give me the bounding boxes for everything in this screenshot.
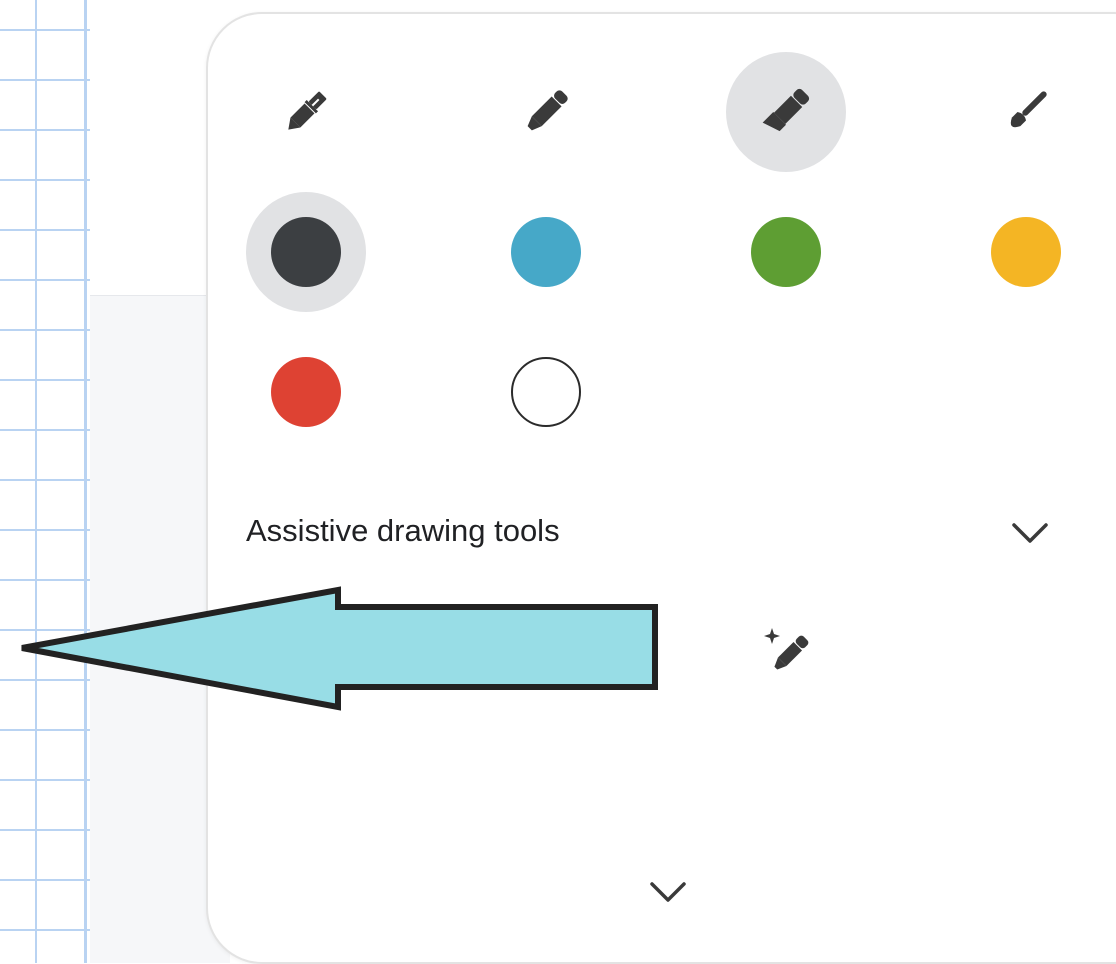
pen-tool-button[interactable] <box>246 52 366 172</box>
highlighter-icon <box>762 88 810 132</box>
color-swatch-black[interactable] <box>246 192 366 312</box>
highlighter-tool-button[interactable] <box>726 52 846 172</box>
brush-tool-button[interactable] <box>966 52 1086 172</box>
color-swatch-green-dot <box>751 217 821 287</box>
color-swatch-white-dot <box>511 357 581 427</box>
notebook-grid-background <box>0 0 90 963</box>
color-swatch-red-dot <box>271 357 341 427</box>
brush-icon <box>1010 91 1047 128</box>
color-swatch-red[interactable] <box>246 332 366 452</box>
magic-pen-icon <box>764 628 809 670</box>
pen-icon <box>288 91 327 130</box>
marker-tool-button[interactable] <box>486 52 606 172</box>
chevron-down-icon <box>650 882 686 902</box>
marker-icon <box>527 90 568 131</box>
color-swatch-black-dot <box>271 217 341 287</box>
color-swatch-green[interactable] <box>726 192 846 312</box>
color-swatch-blue[interactable] <box>486 192 606 312</box>
panel-collapse-button[interactable] <box>638 870 698 914</box>
color-swatch-blue-dot <box>511 217 581 287</box>
color-swatch-yellow[interactable] <box>966 192 1086 312</box>
assistive-pen-tool-button[interactable] <box>726 592 846 712</box>
assistive-tools-expand-button[interactable] <box>1000 511 1060 555</box>
color-swatch-yellow-dot <box>991 217 1061 287</box>
color-swatch-white[interactable] <box>486 332 606 452</box>
assistive-drawing-tools-label: Assistive drawing tools <box>246 513 560 548</box>
chevron-down-icon <box>1012 523 1048 543</box>
